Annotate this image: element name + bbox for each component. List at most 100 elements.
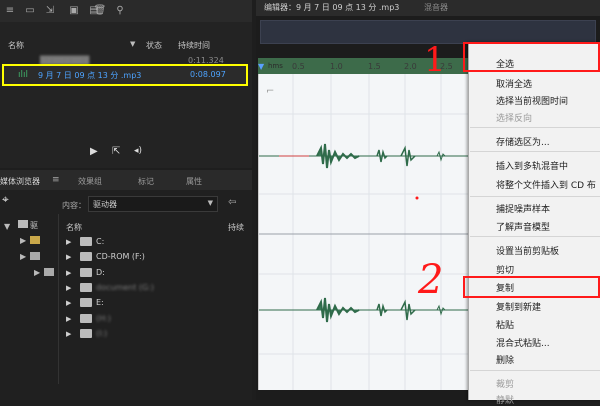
trash-icon[interactable]: 🗑 (92, 4, 108, 18)
tree-expand-icon[interactable]: ▶ (20, 252, 26, 261)
menu-item-insert-cd[interactable]: 将整个文件插入到 CD 布 (496, 178, 596, 191)
drive-icon (80, 268, 92, 277)
import-icon[interactable]: ⇲ (42, 4, 58, 18)
tree-expand-icon[interactable]: ▶ (20, 236, 26, 245)
tab-media-browser[interactable]: 媒体浏览器 (0, 176, 40, 187)
waveform-file-icon: ılıl (18, 70, 29, 80)
expand-icon[interactable]: ▶ (66, 238, 71, 246)
editor-title[interactable]: 编辑器：9 月 7 日 09 点 13 分 .mp3 (264, 2, 399, 13)
drive-label: C: (96, 237, 105, 246)
playhead-icon[interactable]: ▼ (258, 62, 264, 71)
tab-markers[interactable]: 标记 (138, 176, 154, 187)
drive-label: CD-ROM (F:) (96, 252, 145, 261)
ruler-tick: 0.5 (292, 62, 305, 71)
col-duration[interactable]: 持续时间 (178, 40, 210, 51)
menu-separator (470, 236, 600, 237)
expand-icon[interactable]: ▶ (66, 284, 71, 292)
files-panel: ≡ ▭ ⇲ ▣ ▤ 🗑 ⚲ 名称 ▼ 状态 持续时间 ████████ 0:11… (0, 0, 252, 168)
file-name: 9 月 7 日 09 点 13 分 .mp3 (38, 71, 142, 80)
menu-item-crop[interactable]: 裁剪 (496, 377, 514, 390)
hand-tool-icon[interactable]: ⌐ (266, 86, 274, 97)
tab-mixer[interactable]: 混音器 (424, 2, 448, 13)
content-label: 内容： (62, 201, 86, 210)
annotation-one: 1 (424, 40, 446, 80)
new-file-icon[interactable]: ▣ (66, 4, 82, 18)
drive-label: E: (96, 298, 104, 307)
drive-icon (80, 283, 92, 292)
drive-icon (44, 268, 54, 276)
sort-arrow-icon: ▼ (130, 40, 136, 48)
annotation-two: 2 (418, 257, 444, 303)
select-all-highlight (463, 42, 600, 72)
ruler-tick: 1.0 (330, 62, 343, 71)
file-duration: 0:08.097 (190, 70, 226, 79)
menu-item-select-view-time[interactable]: 选择当前视图时间 (496, 94, 568, 107)
col-name[interactable]: 名称 (8, 40, 24, 51)
drive-label: (I:) (96, 329, 108, 338)
search-icon[interactable]: ⚲ (112, 4, 128, 18)
menu-item-copy[interactable]: 复制 (496, 281, 514, 294)
menu-separator (470, 151, 600, 152)
waveform-channel-2 (259, 196, 469, 323)
volume-icon[interactable]: ◂) (134, 146, 142, 156)
back-arrow-icon[interactable]: ⇦ (228, 197, 236, 208)
expand-icon[interactable]: ▶ (66, 315, 71, 323)
computer-icon (18, 220, 28, 228)
menu-item-invert-selection[interactable]: 选择反向 (496, 111, 532, 124)
expand-icon[interactable]: ▶ (66, 269, 71, 277)
expand-icon[interactable]: ▶ (66, 253, 71, 261)
drive-icon (80, 298, 92, 307)
col-status[interactable]: 状态 (146, 40, 162, 51)
play-icon[interactable]: ▶ (90, 146, 98, 157)
expand-icon[interactable]: ▶ (66, 330, 71, 338)
col-duration[interactable]: 持续 (228, 222, 244, 233)
folder-icon (30, 236, 40, 244)
ruler-tick: 1.5 (368, 62, 381, 71)
drive-icon (80, 329, 92, 338)
menu-item-learn-sound-model[interactable]: 了解声音模型 (496, 220, 550, 233)
col-name[interactable]: 名称 (66, 222, 82, 233)
drive-icon (80, 237, 92, 246)
menu-item-deselect-all[interactable]: 取消全选 (496, 77, 532, 90)
menu-separator (470, 196, 600, 197)
transport-bar: ▶ ⇱ ◂) (0, 140, 252, 166)
menu-item-set-clipboard[interactable]: 设置当前剪贴板 (496, 244, 559, 257)
chevron-down-icon: ▼ (207, 199, 213, 207)
content-dropdown[interactable]: 驱动器 ▼ (88, 196, 218, 212)
tab-menu-icon[interactable]: ≡ (52, 175, 60, 185)
drive-icon (30, 252, 40, 260)
copy-highlight (463, 276, 600, 298)
editor-tab-bar: 编辑器：9 月 7 日 09 点 13 分 .mp3 混音器 (256, 0, 600, 16)
menu-item-paste[interactable]: 粘贴 (496, 318, 514, 331)
menu-item-capture-noise[interactable]: 捕捉噪声样本 (496, 202, 550, 215)
waveform-area[interactable] (258, 74, 469, 390)
tree-divider[interactable] (58, 214, 59, 384)
tree-expand-icon[interactable]: ▶ (34, 268, 40, 277)
ruler-unit: hms (268, 62, 283, 70)
export-icon[interactable]: ⇱ (112, 146, 120, 157)
menu-item-cut[interactable]: 剪切 (496, 263, 514, 276)
tab-effects-rack[interactable]: 效果组 (78, 176, 102, 187)
menu-separator (470, 370, 600, 371)
menu-separator (470, 127, 600, 128)
tree-expand-icon[interactable]: ▼ (4, 222, 10, 231)
drive-icon (80, 314, 92, 323)
menu-icon[interactable]: ≡ (2, 4, 18, 18)
menu-item-store-selection[interactable]: 存储选区为... (496, 135, 550, 148)
drive-label: document (G:) (96, 283, 155, 292)
content-value: 驱动器 (93, 200, 117, 209)
files-toolbar: ≡ ▭ ⇲ ▣ ▤ 🗑 ⚲ (0, 0, 252, 22)
tree-item-label: 驱 (30, 221, 38, 230)
expand-icon[interactable]: ▶ (66, 299, 71, 307)
menu-item-copy-to-new[interactable]: 复制到新建 (496, 300, 541, 313)
selected-file-row[interactable]: ılıl 9 月 7 日 09 点 13 分 .mp3 0:08.097 (2, 64, 248, 86)
menu-item-select-all[interactable]: 全选 (496, 57, 514, 70)
tab-properties[interactable]: 属性 (186, 176, 202, 187)
drive-label: (H:) (96, 314, 111, 323)
menu-item-delete[interactable]: 删除 (496, 353, 514, 366)
menu-item-insert-multitrack[interactable]: 插入到多轨混音中 (496, 159, 568, 172)
menu-item-mix-paste[interactable]: 混合式粘贴... (496, 336, 550, 349)
open-file-icon[interactable]: ▭ (22, 4, 38, 18)
cd-icon (80, 252, 92, 261)
drive-label: D: (96, 268, 105, 277)
